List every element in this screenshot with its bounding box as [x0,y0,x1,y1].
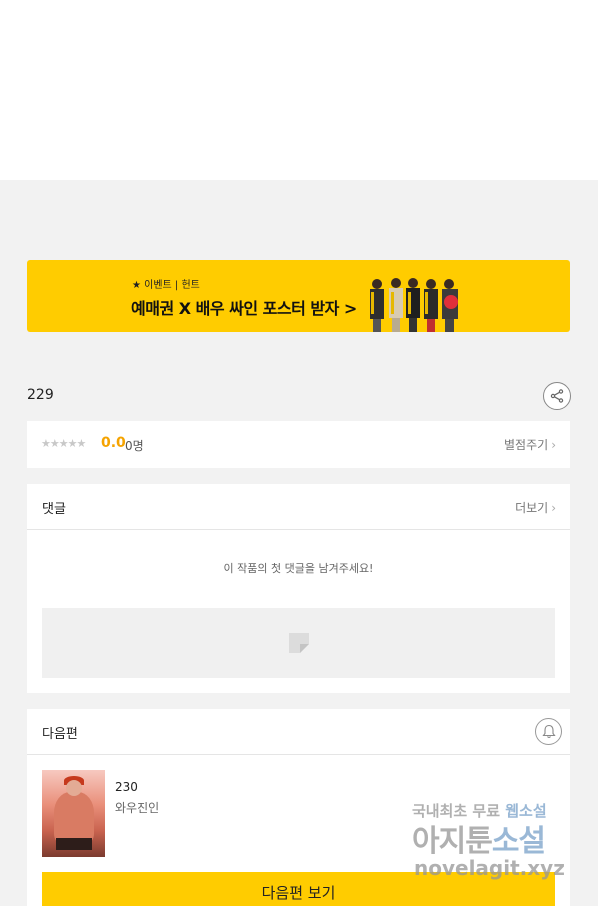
rating-stars[interactable]: ★★★★★ [41,437,86,450]
next-header: 다음편 [27,709,570,755]
comment-input-box[interactable] [42,608,555,678]
bell-icon [541,724,556,739]
next-episode-number[interactable]: 230 [115,780,138,794]
comment-card: 댓글 더보기 › 이 작품의 첫 댓글을 남겨주세요! [27,484,570,693]
banner-title: 예매권 X 배우 싸인 포스터 받자 > [131,299,357,318]
comment-empty-message: 이 작품의 첫 댓글을 남겨주세요! [223,562,374,575]
rating-score: 0.0 [101,435,126,451]
comment-more-label: 더보기 [515,501,549,515]
notify-button[interactable] [535,718,562,745]
banner-tag: ★ 이벤트 | 헌트 [132,280,200,291]
heart-balloon [444,295,458,309]
next-episode-thumbnail[interactable] [42,770,105,857]
comment-more-button[interactable]: 더보기 › [515,499,556,516]
banner-people-image [370,278,458,332]
chevron-right-icon: › [551,501,556,515]
next-episode-card: 다음편 230 와우진인 다음편 보기 [27,709,570,906]
rate-button-label: 별점주기 [504,438,549,452]
chevron-right-icon: › [551,438,556,452]
comment-header: 댓글 더보기 › [27,484,570,530]
event-banner[interactable]: ★ 이벤트 | 헌트 예매권 X 배우 싸인 포스터 받자 > [27,260,570,332]
comment-write-icon [288,633,309,653]
next-title: 다음편 [42,727,78,742]
episode-title: 229 [27,387,54,403]
share-icon [550,389,564,403]
share-button[interactable] [543,382,571,410]
next-episode-button[interactable]: 다음편 보기 [42,872,555,906]
ad-space [0,0,598,180]
rating-card: ★★★★★ 0.0 0명 별점주기 › [27,421,570,468]
rating-count: 0명 [125,439,144,453]
rate-button[interactable]: 별점주기 › [504,436,556,453]
next-episode-author: 와우진인 [115,801,160,815]
comment-title: 댓글 [42,502,66,517]
